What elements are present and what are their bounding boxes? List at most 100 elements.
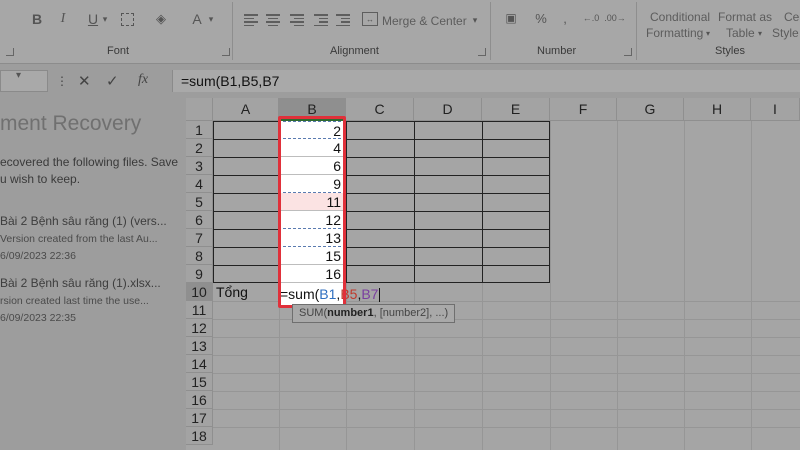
ribbon-separator <box>636 2 637 60</box>
font-color-icon[interactable]: A <box>188 10 206 28</box>
ribbon-left-launcher-icon[interactable] <box>6 48 14 56</box>
decrease-decimal-icon[interactable]: .00→ <box>604 10 626 26</box>
cell-styles-button[interactable]: Ce <box>784 10 799 24</box>
row-header[interactable]: 13 <box>186 337 213 355</box>
select-all-corner[interactable] <box>186 98 213 121</box>
row-header[interactable]: 8 <box>186 247 213 265</box>
column-header-d[interactable]: D <box>414 98 482 121</box>
format-table-dropdown-icon[interactable]: ▾ <box>756 26 764 40</box>
increase-decimal-icon[interactable]: ←.0 <box>580 10 602 26</box>
cell-styles-button-line2[interactable]: Style <box>772 26 799 40</box>
alignment-dialog-launcher-icon[interactable] <box>478 48 486 56</box>
more-options-icon[interactable]: ⋮ <box>56 74 68 88</box>
font-color-dropdown-icon[interactable]: ▾ <box>206 12 216 26</box>
row-header[interactable]: 2 <box>186 139 213 157</box>
row-header[interactable]: 9 <box>186 265 213 283</box>
row-header[interactable]: 16 <box>186 391 213 409</box>
column-header-f[interactable]: F <box>550 98 617 121</box>
row-header[interactable]: 18 <box>186 427 213 445</box>
name-box-dropdown-icon[interactable]: ▾ <box>16 70 21 81</box>
recovered-file-name[interactable]: Bài 2 Bệnh sâu răng (1).xlsx... <box>0 276 161 290</box>
conditional-formatting-button-line2[interactable]: Formatting <box>646 26 703 40</box>
gridline <box>213 391 800 392</box>
column-header-h[interactable]: H <box>684 98 751 121</box>
row-header[interactable]: 4 <box>186 175 213 193</box>
column-header-g[interactable]: G <box>617 98 684 121</box>
row-header[interactable]: 1 <box>186 121 213 139</box>
number-group-label: Number <box>537 45 577 57</box>
tooltip-function: SUM( <box>299 307 328 319</box>
formula-input[interactable]: =sum(B1,B5,B7 <box>172 70 800 92</box>
column-header-e[interactable]: E <box>482 98 550 121</box>
worksheet-grid[interactable]: A B C D E F G H I 1 2 3 4 5 6 7 8 9 10 1… <box>186 98 800 450</box>
table-border <box>482 121 483 283</box>
merge-center-icon[interactable]: ↔ <box>362 12 378 26</box>
row-header[interactable]: 5 <box>186 193 213 211</box>
gridline <box>213 409 800 410</box>
highlight-frame <box>278 116 346 308</box>
row-header[interactable]: 12 <box>186 319 213 337</box>
borders-icon[interactable] <box>118 10 136 28</box>
percent-icon[interactable]: % <box>532 10 550 26</box>
row-header[interactable]: 17 <box>186 409 213 427</box>
row-header[interactable]: 15 <box>186 373 213 391</box>
row-header[interactable]: 11 <box>186 301 213 319</box>
align-left-icon[interactable] <box>244 14 258 26</box>
conditional-dropdown-icon[interactable]: ▾ <box>704 26 712 40</box>
recovered-file-name[interactable]: Bài 2 Bệnh sâu răng (1) (vers... <box>0 214 167 228</box>
recovered-file-item[interactable]: Bài 2 Bệnh sâu răng (1) (vers... Version… <box>0 214 167 262</box>
column-header-a[interactable]: A <box>213 98 279 121</box>
row-header[interactable]: 6 <box>186 211 213 229</box>
font-dialog-launcher-icon[interactable] <box>222 48 230 56</box>
bordered-range <box>213 121 550 283</box>
table-border <box>213 121 550 122</box>
enter-check-icon[interactable]: ✓ <box>106 72 119 90</box>
table-border <box>213 193 550 194</box>
recovery-description: ecovered the following files. Save u wis… <box>0 154 178 188</box>
table-border <box>414 121 415 283</box>
column-header-i[interactable]: I <box>751 98 800 121</box>
formula-bar: ▾ ⋮ ✕ ✓ fx =sum(B1,B5,B7 <box>0 66 800 96</box>
function-tooltip[interactable]: SUM(number1, [number2], ...) <box>292 304 456 323</box>
increase-indent-icon[interactable] <box>336 14 350 26</box>
document-recovery-pane: ment Recovery ecovered the following fil… <box>0 98 186 450</box>
fill-color-icon[interactable]: ◈ <box>152 10 170 28</box>
name-box[interactable] <box>0 70 48 92</box>
recovered-file-item[interactable]: Bài 2 Bệnh sâu răng (1).xlsx... rsion cr… <box>0 276 161 324</box>
tooltip-arg-current[interactable]: number1 <box>327 307 373 319</box>
conditional-formatting-button[interactable]: Conditional <box>650 10 710 24</box>
recovered-file-date: 6/09/2023 22:36 <box>0 250 76 262</box>
recovered-file-note: rsion created last time the use... <box>0 295 149 307</box>
italic-button[interactable]: I <box>54 10 72 28</box>
underline-dropdown-icon[interactable]: ▾ <box>100 12 110 26</box>
gridline <box>213 373 800 374</box>
merge-dropdown-icon[interactable]: ▾ <box>470 14 480 26</box>
styles-group-label: Styles <box>715 45 745 57</box>
accounting-format-icon[interactable]: ▣ <box>502 10 520 26</box>
column-header-c[interactable]: C <box>346 98 414 121</box>
recovery-description-line1: ecovered the following files. Save <box>0 155 179 169</box>
merge-center-button[interactable]: Merge & Center <box>382 14 467 28</box>
ribbon-separator <box>232 2 233 60</box>
format-as-table-button-line2[interactable]: Table <box>726 26 755 40</box>
row-header[interactable]: 10 <box>186 283 213 301</box>
comma-style-icon[interactable]: , <box>556 10 574 26</box>
number-dialog-launcher-icon[interactable] <box>624 48 632 56</box>
text-cursor <box>379 288 381 303</box>
table-border <box>549 121 550 283</box>
row-header[interactable]: 3 <box>186 157 213 175</box>
cell-a10[interactable]: Tổng <box>216 283 248 301</box>
row-header[interactable]: 7 <box>186 229 213 247</box>
ribbon-separator <box>490 2 491 60</box>
row-header[interactable]: 14 <box>186 355 213 373</box>
decrease-indent-icon[interactable] <box>314 14 328 26</box>
format-as-table-button[interactable]: Format as <box>718 10 772 24</box>
bold-button[interactable]: B <box>28 10 46 28</box>
cancel-icon[interactable]: ✕ <box>78 72 91 90</box>
align-right-icon[interactable] <box>290 14 304 26</box>
alignment-group-label: Alignment <box>330 45 379 57</box>
insert-function-icon[interactable]: fx <box>138 72 148 88</box>
table-border <box>213 282 550 283</box>
table-border <box>213 211 550 212</box>
align-center-icon[interactable] <box>266 14 280 26</box>
